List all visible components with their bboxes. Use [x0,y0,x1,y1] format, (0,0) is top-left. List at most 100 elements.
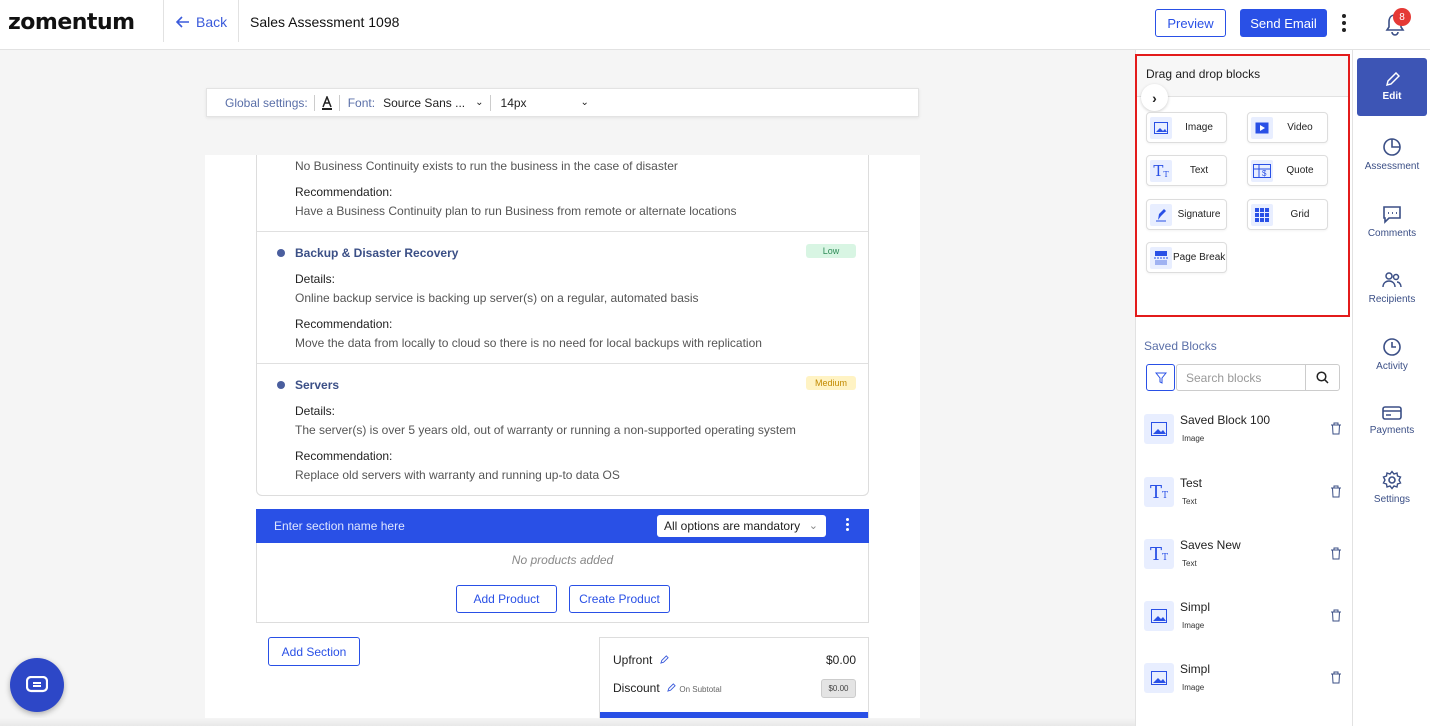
add-section-button[interactable]: Add Section [268,637,360,666]
divider [257,231,868,232]
nav-activity[interactable]: Activity [1357,325,1427,383]
discount-row: Discount On Subtotal [613,681,722,695]
discount-value-field[interactable]: $0.00 [821,679,856,698]
options-select-value: All options are mandatory [664,519,801,533]
chevron-down-icon: ⌄ [808,520,818,532]
divider [338,94,340,111]
chevron-right-icon[interactable]: › [1141,84,1168,111]
pricing-section-header: Enter section name here All options are … [256,509,869,543]
saved-block-type: Image [1182,434,1205,443]
text-color-icon[interactable] [321,95,333,110]
section-menu-icon[interactable] [844,518,850,531]
block-video[interactable]: Video [1247,112,1328,143]
search-blocks-box [1176,364,1340,391]
options-select[interactable]: All options are mandatory ⌄ [657,515,826,537]
chevron-down-icon[interactable]: ⌄ [475,97,483,108]
block-label: Signature [1177,209,1221,220]
font-size-select[interactable]: 14px [501,96,581,110]
filter-button[interactable] [1146,364,1175,391]
nav-assessment[interactable]: Assessment [1357,125,1427,183]
block-quote[interactable]: $ Quote [1247,155,1328,186]
pencil-icon[interactable] [667,683,676,692]
page-break-icon [1150,247,1172,269]
risk-title: Backup & Disaster Recovery [295,246,459,260]
saved-block-item[interactable]: TT Test Text [1144,474,1344,514]
block-grid[interactable]: Grid [1247,199,1328,230]
send-email-button[interactable]: Send Email [1240,9,1327,37]
more-options-icon[interactable] [1337,12,1351,34]
grid-icon [1251,204,1273,226]
divider [489,94,491,111]
top-bar: zomentum Back Sales Assessment 1098 Prev… [0,0,1430,50]
font-select[interactable]: Source Sans ... [383,96,465,110]
recommendation-label: Recommendation: [295,449,393,463]
divider [257,363,868,364]
block-label: Video [1287,122,1313,133]
nav-edit[interactable]: Edit [1357,58,1427,116]
trash-icon[interactable] [1330,609,1342,622]
recommendation-label: Recommendation: [295,317,393,331]
risk-level-badge: Low [806,244,856,258]
block-label: Grid [1290,209,1310,220]
block-text[interactable]: TT Text [1146,155,1227,186]
bullet [277,381,285,389]
text-icon: TT [1150,160,1172,182]
chat-icon [26,676,48,693]
text-icon: TT [1144,477,1174,507]
nav-label: Settings [1373,493,1411,505]
back-label: Back [196,14,228,30]
nav-label: Edit [1382,91,1402,102]
block-page-break[interactable]: Page Break [1146,242,1227,273]
upfront-row: Upfront [613,653,669,667]
trash-icon[interactable] [1330,547,1342,560]
risk-recommendation: Move the data from locally to cloud so t… [295,336,762,350]
preview-button[interactable]: Preview [1155,9,1226,37]
pencil-icon[interactable] [659,655,669,664]
image-icon [1144,663,1174,693]
search-icon [1316,371,1329,384]
gear-icon [1382,469,1402,490]
search-button[interactable] [1305,365,1339,390]
app-logo: zomentum [8,10,135,35]
saved-block-item[interactable]: Simpl Image [1144,598,1344,638]
risk-list: No Business Continuity exists to run the… [256,155,869,496]
add-product-button[interactable]: Add Product [456,585,557,613]
saved-block-type: Text [1182,559,1197,568]
back-link[interactable]: Back [176,14,227,30]
risk-recommendation: Replace old servers with warranty and ru… [295,468,620,482]
trash-icon[interactable] [1330,485,1342,498]
nav-recipients[interactable]: Recipients [1357,258,1427,316]
search-blocks-input[interactable] [1177,365,1306,390]
saved-block-name: Test [1180,476,1203,490]
block-image[interactable]: Image [1146,112,1227,143]
clock-icon [1383,337,1401,356]
totals-panel: Upfront $0.00 Discount On Subtotal $0.00 [599,637,869,726]
nav-label: Comments [1367,227,1417,239]
chevron-down-icon[interactable]: ⌄ [581,97,589,108]
saved-block-item[interactable]: Saved Block 100 Image [1144,411,1344,451]
block-signature[interactable]: Signature [1146,199,1227,230]
signature-icon [1150,204,1172,226]
saved-block-name: Simpl [1180,662,1211,676]
upfront-value: $0.00 [825,653,856,667]
saved-block-item[interactable]: Simpl Image [1144,660,1344,700]
saved-block-name: Saves New [1180,538,1241,552]
nav-label: Activity [1376,360,1408,372]
pencil-icon [1385,72,1400,87]
divider [238,0,239,42]
nav-payments[interactable]: Payments [1357,391,1427,449]
create-product-button[interactable]: Create Product [569,585,670,613]
risk-details: The server(s) is over 5 years old, out o… [295,423,796,437]
saved-block-item[interactable]: TT Saves New Text [1144,536,1344,576]
section-name-input[interactable]: Enter section name here [274,519,405,533]
risk-title: Servers [295,378,340,392]
block-label: Image [1185,122,1213,133]
document-title[interactable]: Sales Assessment 1098 [250,14,399,30]
nav-settings[interactable]: Settings [1357,458,1427,516]
nav-comments[interactable]: Comments [1357,192,1427,250]
comment-icon [1383,205,1401,224]
chat-widget-button[interactable] [10,658,64,712]
trash-icon[interactable] [1330,422,1342,435]
trash-icon[interactable] [1330,671,1342,684]
card-icon [1382,405,1402,420]
